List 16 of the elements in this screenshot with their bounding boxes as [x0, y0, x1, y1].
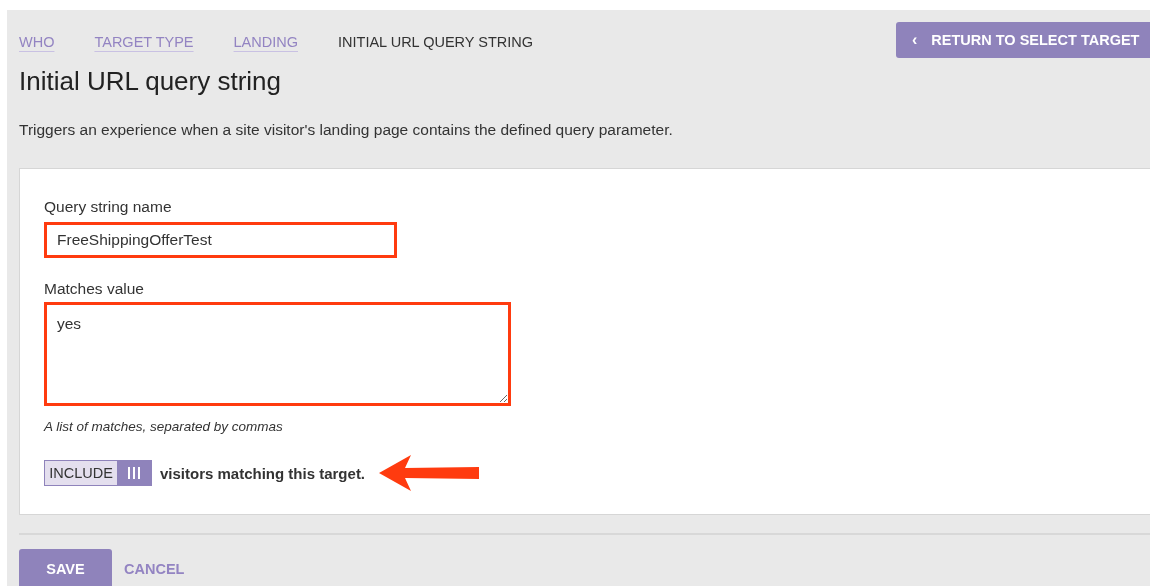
field-label: Query string name [44, 198, 173, 216]
include-toggle[interactable]: INCLUDE [44, 460, 152, 486]
textarea-field[interactable]: yes [44, 302, 511, 406]
breadcrumb-link[interactable]: TARGET TYPE [94, 34, 194, 50]
cancel-button[interactable]: CANCEL [124, 561, 185, 577]
input-field[interactable]: FreeShippingOfferTest [44, 222, 397, 258]
hint-text: A list of matches, separated by commas [44, 419, 284, 434]
description-text: Triggers an experience when a site visitor's landing page contains the defined query parameter. [19, 121, 674, 139]
breadcrumb-current: INITIAL URL QUERY STRING [338, 34, 533, 50]
toggle-caption: visitors matching this target. [160, 464, 366, 482]
save-button[interactable]: SAVE [19, 549, 112, 586]
return-button[interactable]: ‹ RETURN TO SELECT TARGET [896, 22, 1150, 58]
field-label: Matches value [44, 280, 145, 298]
page-title: Initial URL query string [19, 66, 283, 97]
breadcrumb-link[interactable]: LANDING [233, 34, 298, 50]
breadcrumb-link[interactable]: WHO [19, 34, 55, 50]
